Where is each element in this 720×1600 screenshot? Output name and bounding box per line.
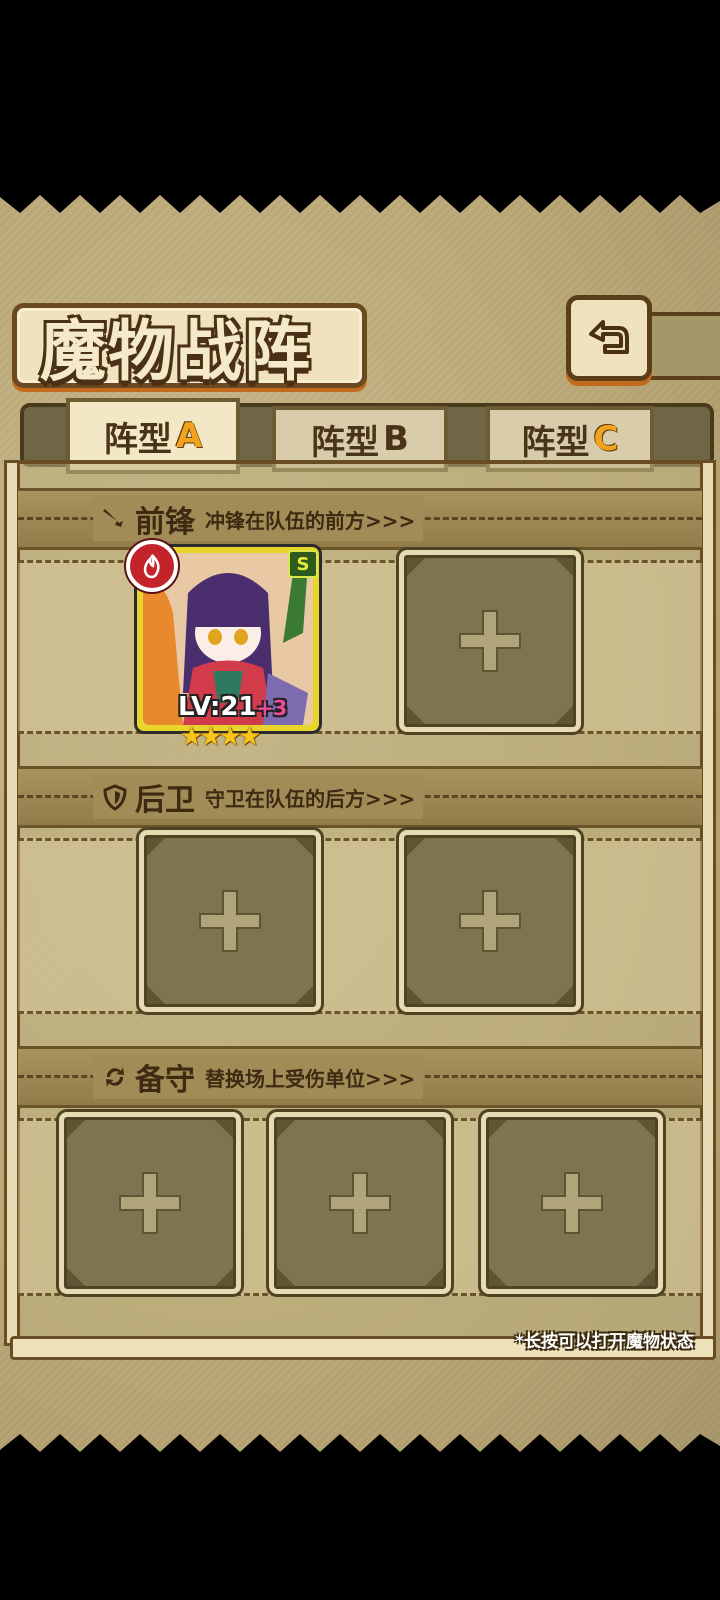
tab-label: 阵型	[311, 422, 380, 463]
section-title: 备守	[135, 1063, 195, 1098]
tab-label: 阵型	[103, 419, 172, 460]
rank-badge: S	[288, 550, 318, 578]
right-post	[700, 460, 716, 1346]
plus-icon	[541, 1172, 603, 1234]
back-button[interactable]	[566, 295, 652, 381]
section-desc: 守卫在队伍的后方>>>	[205, 786, 416, 811]
shield-icon	[103, 784, 127, 811]
plus-icon	[459, 610, 521, 672]
front-row	[18, 560, 702, 734]
return-arrow-icon	[589, 320, 629, 354]
swap-icon	[106, 1067, 124, 1087]
rear-row	[18, 838, 702, 1014]
section-header-reserve: 备守 替换场上受伤单位>>>	[18, 1046, 702, 1108]
empty-slot-front-2[interactable]	[399, 550, 581, 732]
back-tab-decor	[640, 312, 720, 380]
empty-slot-rear-2[interactable]	[399, 830, 581, 1012]
fire-icon	[126, 540, 178, 592]
tab-label: 阵型	[521, 422, 590, 463]
page-title: 魔物战阵	[40, 313, 312, 390]
empty-slot-reserve-3[interactable]	[481, 1112, 663, 1294]
tab-letter: C	[593, 419, 619, 459]
plus-icon	[119, 1172, 181, 1234]
level-label: LV:21	[178, 692, 257, 722]
star-icon: ★	[237, 722, 262, 752]
level-plus: +3	[256, 696, 288, 720]
tab-letter: B	[383, 419, 409, 459]
plus-icon	[459, 890, 521, 952]
tab-letter: A	[175, 416, 203, 456]
empty-slot-reserve-2[interactable]	[269, 1112, 451, 1294]
section-desc: 冲锋在队伍的前方>>>	[205, 508, 416, 533]
empty-slot-rear-1[interactable]	[139, 830, 321, 1012]
empty-slot-reserve-1[interactable]	[59, 1112, 241, 1294]
top-torn-edge	[0, 183, 720, 213]
plus-icon	[329, 1172, 391, 1234]
bottom-torn-edge	[0, 1434, 720, 1464]
plus-icon	[199, 890, 261, 952]
section-header-front: 前锋 冲锋在队伍的前方>>>	[18, 488, 702, 550]
section-title: 后卫	[135, 783, 195, 818]
sword-icon	[103, 509, 123, 527]
section-title: 前锋	[135, 505, 195, 540]
section-header-rear: 后卫 守卫在队伍的后方>>>	[18, 766, 702, 828]
long-press-hint: *长按可以打开魔物状态	[515, 1332, 694, 1352]
monster-level: LV:21+3	[178, 692, 287, 722]
section-desc: 替换场上受伤单位>>>	[205, 1066, 416, 1091]
star-rating: ★ ★ ★ ★	[180, 722, 261, 752]
